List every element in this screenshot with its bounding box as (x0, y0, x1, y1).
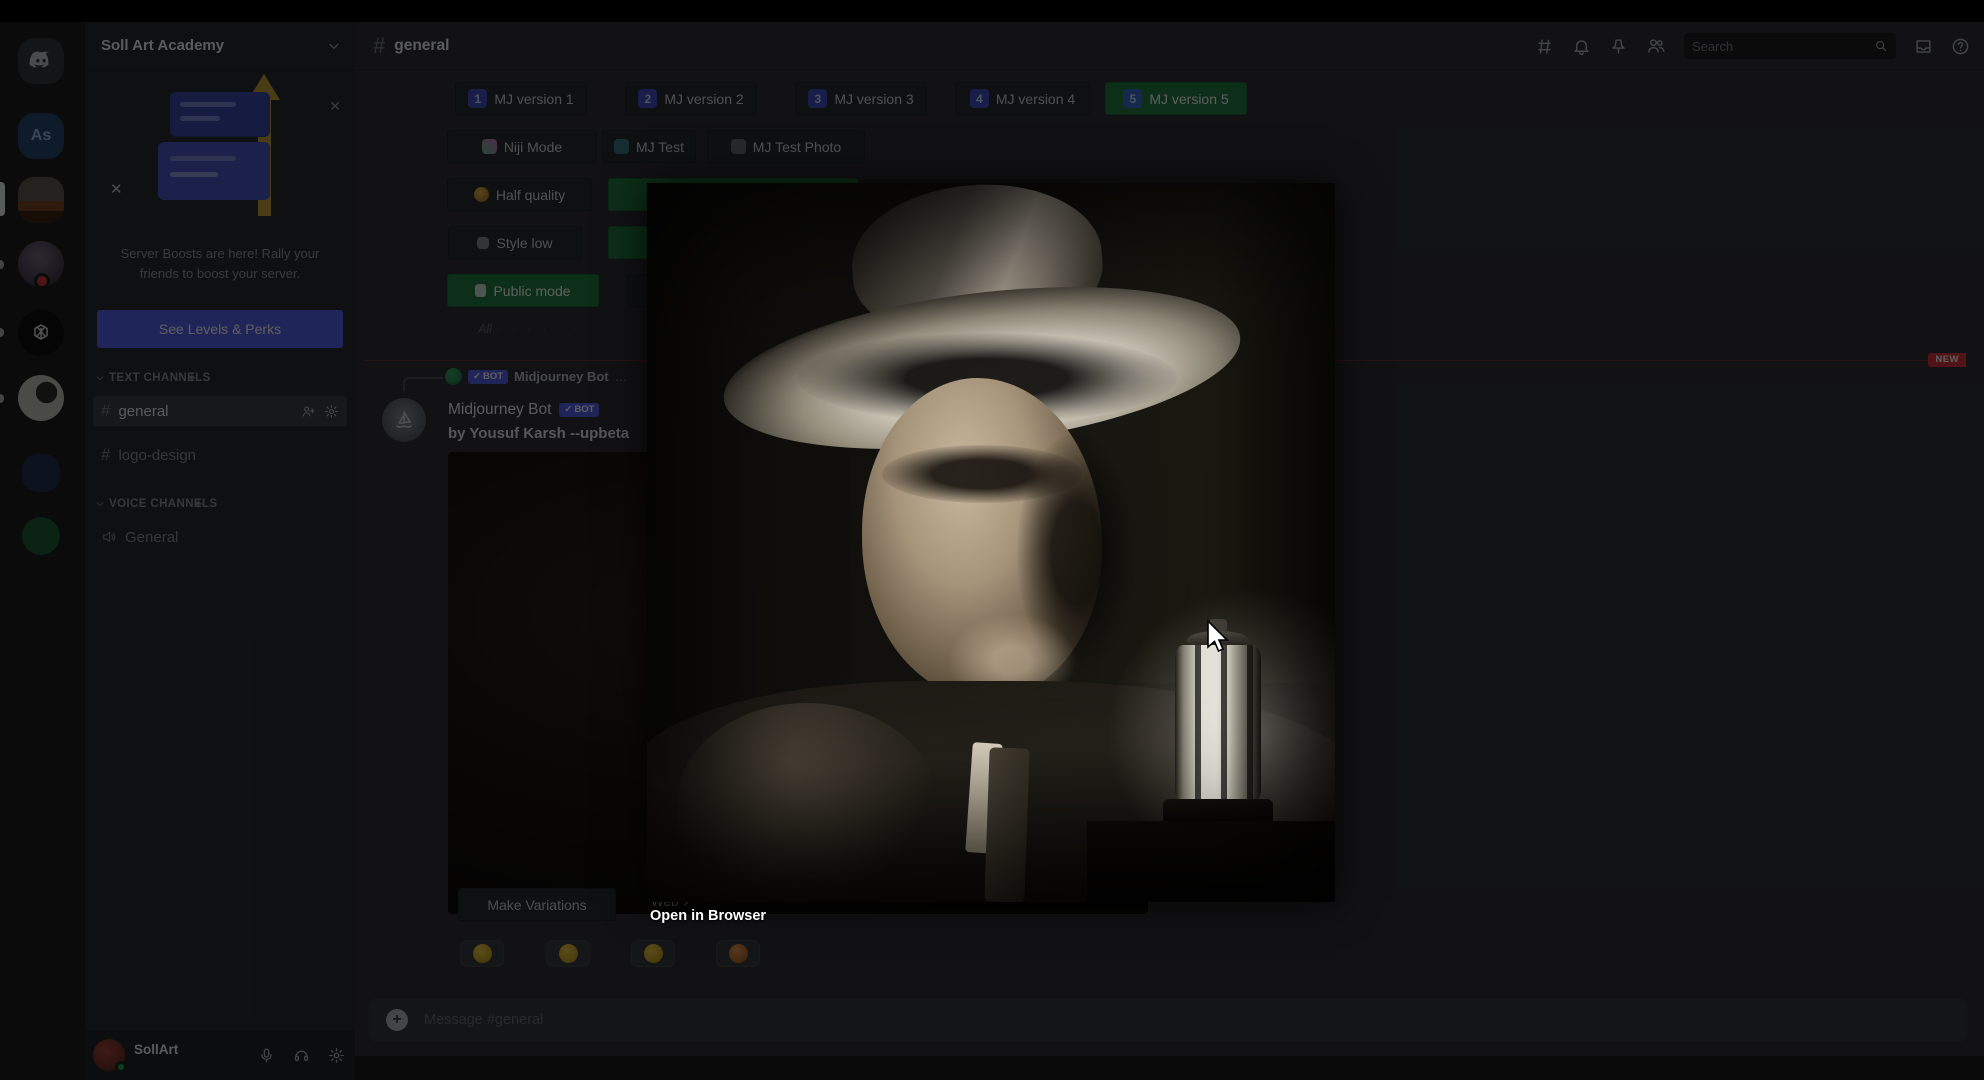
lightbox-scrim[interactable] (0, 22, 1984, 1080)
open-in-browser-link[interactable]: Open in Browser (650, 908, 766, 924)
